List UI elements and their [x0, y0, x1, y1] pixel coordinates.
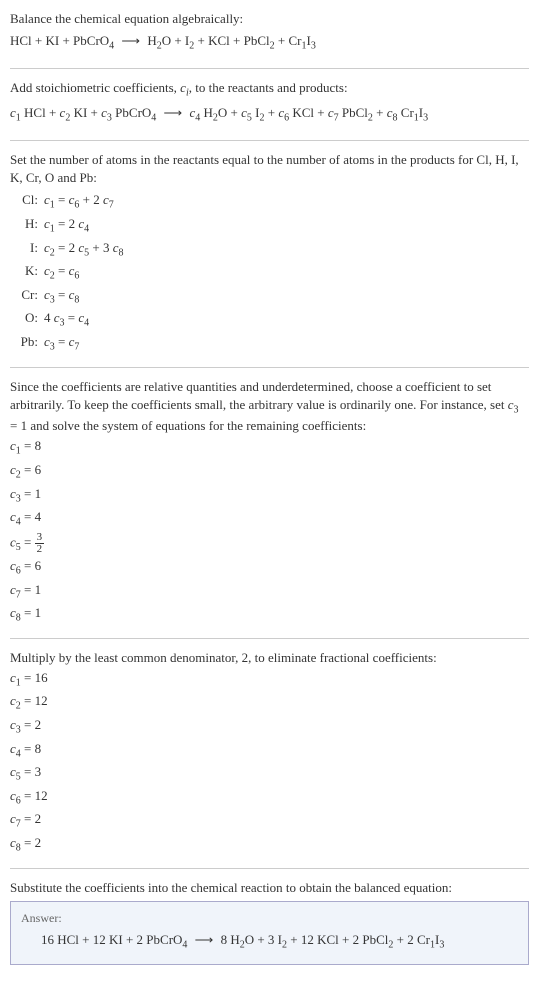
atom-row: Cr:c3 = c8	[10, 286, 529, 308]
coeff-value: c6 = 6	[10, 557, 529, 579]
atom-label: I:	[10, 239, 44, 261]
intro-text: Balance the chemical equation algebraica…	[10, 10, 529, 28]
ci-symbol: ci	[180, 80, 189, 95]
coeff-value: c4 = 8	[10, 740, 529, 762]
atom-row: H:c1 = 2 c4	[10, 215, 529, 237]
atom-eq: 4 c3 = c4	[44, 309, 89, 331]
atom-eq: c3 = c7	[44, 333, 79, 355]
coeff-value: c7 = 1	[10, 581, 529, 603]
atom-equations-table: Cl:c1 = c6 + 2 c7 H:c1 = 2 c4 I:c2 = 2 c…	[10, 191, 529, 354]
coeff-value: c1 = 16	[10, 669, 529, 691]
answer-box: Answer: 16 HCl + 12 KI + 2 PbCrO4 ⟶ 8 H2…	[10, 901, 529, 965]
section-answer: Substitute the coefficients into the che…	[10, 879, 529, 966]
coefficient-equation: c1 HCl + c2 KI + c3 PbCrO4 ⟶ c4 H2O + c5…	[10, 104, 529, 126]
section-solve-arbitrary: Since the coefficients are relative quan…	[10, 378, 529, 639]
intro-text: Substitute the coefficients into the che…	[10, 879, 529, 897]
atom-row: O:4 c3 = c4	[10, 309, 529, 331]
atom-eq: c3 = c8	[44, 286, 79, 308]
atom-label: O:	[10, 309, 44, 331]
atom-row: Pb:c3 = c7	[10, 333, 529, 355]
coeff-value: c5 = 3	[10, 763, 529, 785]
intro-text: Set the number of atoms in the reactants…	[10, 151, 529, 187]
coefficient-list: c1 = 8 c2 = 6 c3 = 1 c4 = 4 c5 = 32 c6 =…	[10, 437, 529, 625]
unbalanced-equation: HCl + KI + PbCrO4 ⟶ H2O + I2 + KCl + PbC…	[10, 32, 529, 54]
coeff-value: c6 = 12	[10, 787, 529, 809]
atom-label: Pb:	[10, 333, 44, 355]
section-atom-equations: Set the number of atoms in the reactants…	[10, 151, 529, 368]
coeff-value: c7 = 2	[10, 810, 529, 832]
arrow-icon: ⟶	[160, 105, 187, 120]
eq-lhs: HCl + KI + PbCrO4	[10, 33, 114, 48]
atom-row: Cl:c1 = c6 + 2 c7	[10, 191, 529, 213]
coefficient-list: c1 = 16 c2 = 12 c3 = 2 c4 = 8 c5 = 3 c6 …	[10, 669, 529, 856]
coeff-value: c8 = 1	[10, 604, 529, 626]
coeff-value: c4 = 4	[10, 508, 529, 530]
atom-row: I:c2 = 2 c5 + 3 c8	[10, 239, 529, 261]
coeff-value: c5 = 32	[10, 532, 529, 555]
arrow-icon: ⟶	[117, 33, 144, 48]
atom-label: Cr:	[10, 286, 44, 308]
atom-label: H:	[10, 215, 44, 237]
coeff-value: c2 = 12	[10, 692, 529, 714]
atom-label: K:	[10, 262, 44, 284]
coeff-value: c1 = 8	[10, 437, 529, 459]
section-balance-intro: Balance the chemical equation algebraica…	[10, 10, 529, 69]
coeff-value: c3 = 2	[10, 716, 529, 738]
atom-label: Cl:	[10, 191, 44, 213]
atom-eq: c2 = c6	[44, 262, 79, 284]
eq-rhs: H2O + I2 + KCl + PbCl2 + Cr1I3	[147, 33, 316, 48]
coeff-value: c3 = 1	[10, 485, 529, 507]
coeff-value: c2 = 6	[10, 461, 529, 483]
section-multiply-lcd: Multiply by the least common denominator…	[10, 649, 529, 869]
atom-eq: c2 = 2 c5 + 3 c8	[44, 239, 124, 261]
balanced-equation: 16 HCl + 12 KI + 2 PbCrO4 ⟶ 8 H2O + 3 I2…	[21, 931, 518, 953]
coeff-value: c8 = 2	[10, 834, 529, 856]
atom-eq: c1 = c6 + 2 c7	[44, 191, 114, 213]
atom-row: K:c2 = c6	[10, 262, 529, 284]
intro-text: Add stoichiometric coefficients, ci, to …	[10, 79, 529, 101]
arrow-icon: ⟶	[191, 932, 218, 947]
answer-label: Answer:	[21, 910, 518, 927]
intro-text: Since the coefficients are relative quan…	[10, 378, 529, 436]
section-add-coefficients: Add stoichiometric coefficients, ci, to …	[10, 79, 529, 141]
intro-text: Multiply by the least common denominator…	[10, 649, 529, 667]
atom-eq: c1 = 2 c4	[44, 215, 89, 237]
